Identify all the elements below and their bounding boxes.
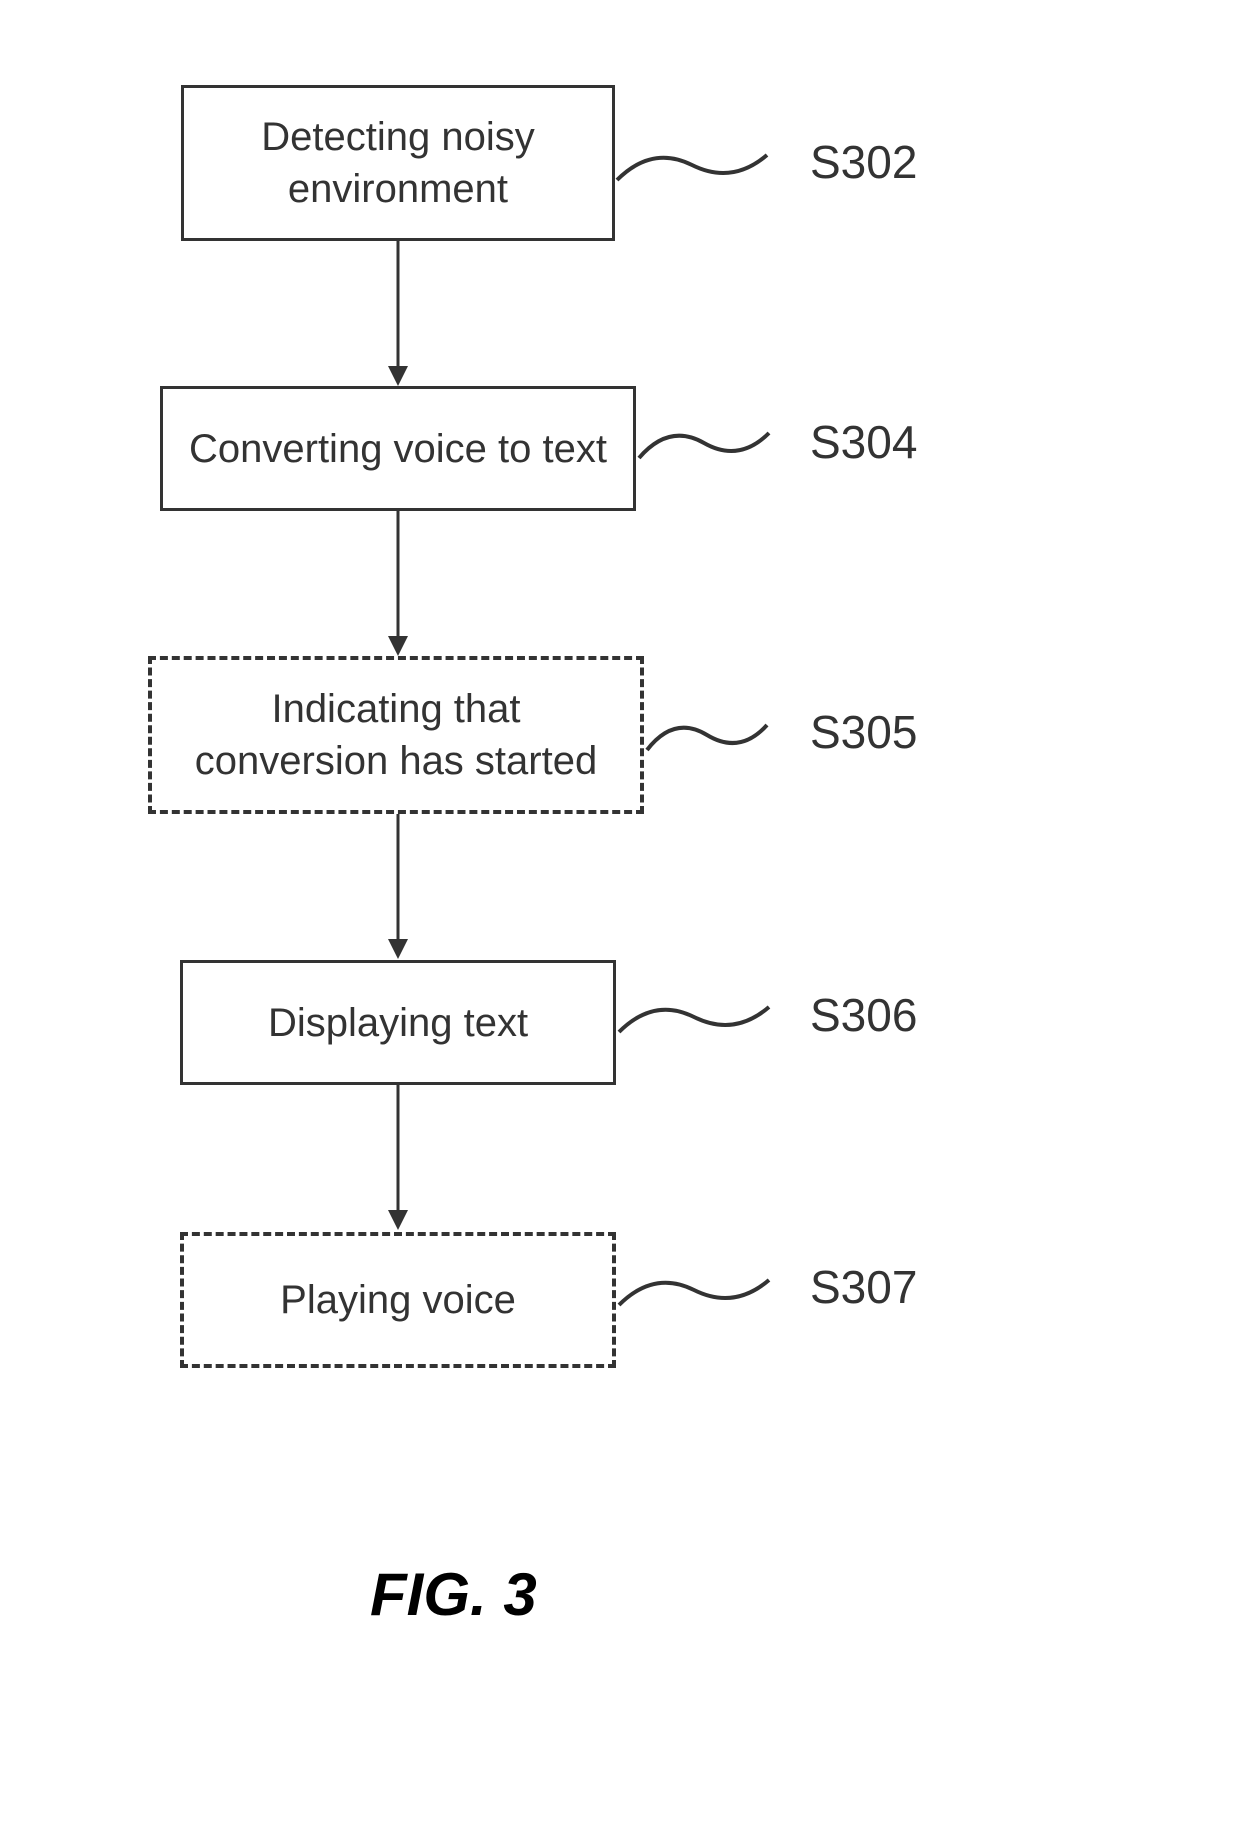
step-label-s305: S305 xyxy=(810,705,917,759)
connector-s305 xyxy=(642,710,772,770)
step-label-s302: S302 xyxy=(810,135,917,189)
arrow-3 xyxy=(383,814,413,964)
connector-s302 xyxy=(612,140,772,200)
step-box-s302: Detecting noisyenvironment xyxy=(181,85,615,241)
figure-label: FIG. 3 xyxy=(370,1560,537,1629)
step-label-s304: S304 xyxy=(810,415,917,469)
step-box-s304: Converting voice to text xyxy=(160,386,636,511)
connector-s306 xyxy=(614,992,774,1052)
step-text-s305: Indicating thatconversion has started xyxy=(195,683,597,787)
step-box-s307: Playing voice xyxy=(180,1232,616,1368)
arrow-4 xyxy=(383,1085,413,1235)
step-label-s306: S306 xyxy=(810,988,917,1042)
step-text-s304: Converting voice to text xyxy=(189,423,607,475)
arrow-1 xyxy=(383,241,413,391)
flowchart-diagram: Detecting noisyenvironment S302 Converti… xyxy=(0,0,1240,1831)
step-label-s307: S307 xyxy=(810,1260,917,1314)
connector-s304 xyxy=(634,418,774,478)
connector-s307 xyxy=(614,1265,774,1325)
step-box-s306: Displaying text xyxy=(180,960,616,1085)
step-text-s302: Detecting noisyenvironment xyxy=(261,111,534,215)
step-box-s305: Indicating thatconversion has started xyxy=(148,656,644,814)
arrow-2 xyxy=(383,511,413,661)
step-text-s307: Playing voice xyxy=(280,1274,516,1326)
step-text-s306: Displaying text xyxy=(268,997,528,1049)
